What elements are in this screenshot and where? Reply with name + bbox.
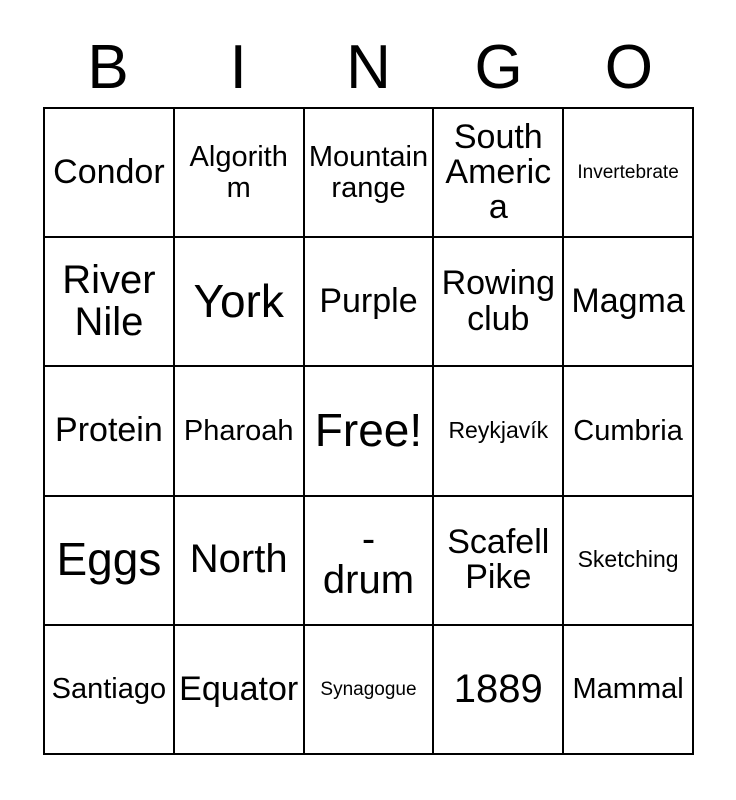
- bingo-cell-r3c3[interactable]: Free!: [304, 367, 435, 497]
- bingo-cell-r5c4[interactable]: 1889: [434, 625, 565, 755]
- bingo-cell-label: South America: [445, 117, 552, 227]
- bingo-cell-r5c5[interactable]: Mammal: [564, 625, 694, 755]
- bingo-cell-r3c4[interactable]: Reykjavík: [434, 367, 565, 497]
- bingo-cell-r2c1[interactable]: River Nile: [45, 238, 175, 368]
- bingo-cell-r1c1[interactable]: Condor: [45, 109, 175, 239]
- bingo-cell-label: Santiago: [51, 673, 167, 706]
- bingo-cell-label: North: [189, 537, 288, 582]
- bingo-card: B I N G O Condor Algorithm Mountain range South…: [0, 0, 736, 800]
- bingo-cell-label: Pharoah: [183, 414, 294, 447]
- bingo-cell-r4c2[interactable]: North: [174, 496, 305, 626]
- bingo-cell-r1c4[interactable]: South America: [434, 109, 565, 239]
- bingo-cell-label: Cumbria: [573, 414, 683, 447]
- bingo-cell-r3c2[interactable]: Pharoah: [174, 367, 305, 497]
- bingo-grid: Condor Algorithm Mountain range South Ameri…: [43, 107, 694, 755]
- bingo-cell-label: Algorithm: [189, 141, 288, 204]
- bingo-cell-label: Free!: [314, 404, 423, 457]
- bingo-cell-r4c5[interactable]: Sketching: [564, 496, 694, 626]
- bingo-cell-r3c5[interactable]: Cumbria: [564, 367, 694, 497]
- bingo-cell-r4c3[interactable]: - drum: [304, 496, 435, 626]
- bingo-cell-r1c3[interactable]: Mountain range: [304, 109, 435, 239]
- bingo-header-row: BINGO: [43, 20, 694, 100]
- bingo-cell-label: Sketching: [577, 546, 679, 573]
- bingo-cell-label: Synagogue: [320, 678, 417, 700]
- bingo-cell-r2c2[interactable]: York: [174, 238, 305, 368]
- bingo-cell-r1c2[interactable]: Algorithm: [174, 109, 305, 239]
- bingo-cell-label: Invertebrate: [577, 161, 679, 183]
- bingo-cell-r4c4[interactable]: Scafell Pike: [434, 496, 565, 626]
- bingo-cell-label: Scafell Pike: [447, 522, 550, 597]
- bingo-cell-label: Mountain range: [308, 141, 429, 204]
- bingo-cell-label: Rowing club: [441, 264, 555, 338]
- bingo-cell-label: - drum: [322, 516, 415, 603]
- bingo-cell-label: Magma: [571, 282, 685, 321]
- bingo-cell-r4c1[interactable]: Eggs: [45, 496, 175, 626]
- bingo-cell-label: Mammal: [572, 673, 684, 706]
- bingo-cell-r5c3[interactable]: Synagogue: [304, 625, 435, 755]
- bingo-cell-label: Protein: [55, 411, 163, 450]
- bingo-cell-label: 1889: [453, 666, 543, 711]
- bingo-cell-r2c4[interactable]: Rowing club: [434, 238, 565, 368]
- bingo-cell-label: Equator: [179, 669, 299, 708]
- bingo-cell-label: Eggs: [56, 533, 162, 586]
- bingo-cell-r1c5[interactable]: Invertebrate: [564, 109, 694, 239]
- bingo-cell-r5c1[interactable]: Santiago: [45, 625, 175, 755]
- bingo-cell-label: River Nile: [62, 258, 156, 344]
- bingo-cell-label: York: [193, 274, 284, 327]
- bingo-header-letter-o: O: [604, 33, 653, 102]
- bingo-cell-r3c1[interactable]: Protein: [45, 367, 175, 497]
- bingo-cell-r2c3[interactable]: Purple: [304, 238, 435, 368]
- bingo-cell-label: Purple: [319, 282, 418, 321]
- bingo-cell-r5c2[interactable]: Equator: [174, 625, 305, 755]
- bingo-header-letter-b: B: [87, 33, 129, 102]
- bingo-header-letter-n: N: [346, 33, 391, 102]
- bingo-cell-r2c5[interactable]: Magma: [564, 238, 694, 368]
- bingo-header-letter-i: I: [229, 33, 247, 102]
- bingo-cell-label: Condor: [53, 152, 165, 191]
- bingo-header-letter-g: G: [474, 33, 523, 102]
- bingo-cell-label: Reykjavík: [448, 417, 549, 444]
